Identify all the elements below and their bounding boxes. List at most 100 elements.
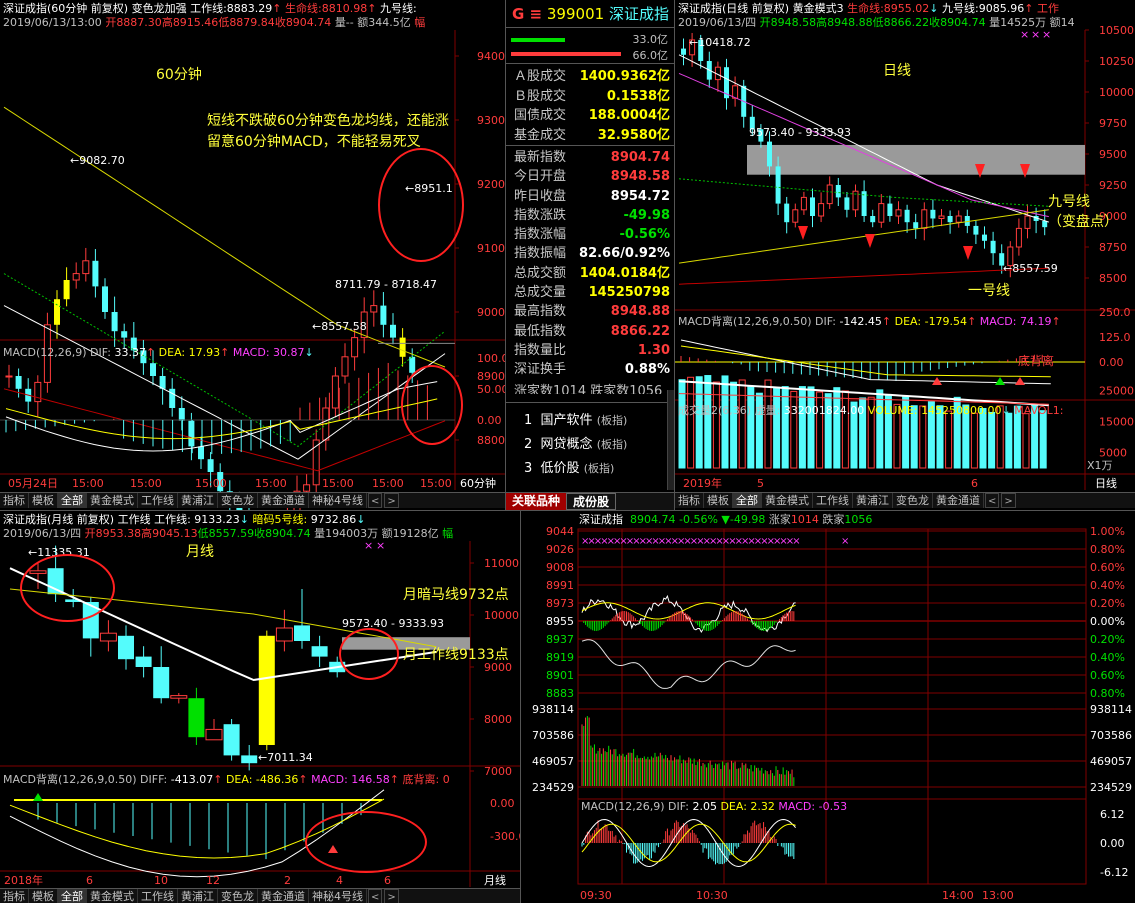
signal-mark: × [364,539,373,552]
volume-bar [979,407,987,469]
candle-body [810,197,815,216]
quote-header[interactable]: G ≡ 399001 深证成指 [506,0,674,28]
candle-body [102,286,108,312]
tab-4[interactable]: 工作线 [138,889,178,903]
tab-7[interactable]: 黄金通道 [258,493,309,508]
scroll-arrow-button[interactable]: > [384,493,399,508]
tab-2[interactable]: 全部 [58,889,87,903]
quote-code: 399001 [546,4,605,23]
tab-5[interactable]: 黄浦江 [853,493,893,508]
tab-6[interactable]: 变色龙 [893,493,933,508]
candle-body [930,209,936,219]
tab-0[interactable]: 指标 [0,889,29,903]
candle-body [784,203,790,223]
macd-tick-label: -6.12 [1100,866,1128,879]
index-stat-row: 最新指数 8904.74 [514,150,670,165]
candle-body [5,375,13,378]
related-list[interactable]: 1 国产软件 (板指) 2 网贷概念 (板指) 3 低价股 (板指) [506,402,674,481]
tab-1[interactable]: 模板 [29,493,58,508]
scroll-arrow-button[interactable]: < [985,493,1000,508]
x-axis-label: 15:00 [372,477,404,490]
tab-2[interactable]: 全部 [733,493,762,508]
tab-0[interactable]: 指标 [0,493,29,508]
period-label: 60分钟 [460,477,496,490]
tab-0[interactable]: 指标 [675,493,704,508]
candle-body [913,222,919,229]
intraday-chart-canvas[interactable]: 9044 1.00% 9026 0.80% 9008 0.60% 8991 0.40% 8973… [521,511,1135,903]
candle-body [111,312,118,332]
macd-tick-label: 0.00 [1099,356,1124,369]
annotation-work-line: 月工作线9133点 [403,647,509,663]
candle-body [1015,227,1022,248]
macd-tick-label: 0.00 [1100,837,1125,850]
candle-body [818,203,825,217]
volume-bar [687,376,695,469]
tab-related[interactable]: 关联品种 [506,493,567,510]
tab-3[interactable]: 黄金模式 [87,889,138,903]
index-stat-row: 指数量比 1.30 [514,342,670,358]
tab-3[interactable]: 黄金模式 [87,493,138,508]
tab-6[interactable]: 变色龙 [218,889,258,903]
hourly-chart-panel[interactable]: 深证成指(60分钟 前复权) 变色龙加强 工作线:8883.29↑ 生命线:88… [0,0,505,510]
scroll-arrow-button[interactable]: > [384,889,399,903]
candle-body [895,209,902,217]
tab-6[interactable]: 变色龙 [218,493,258,508]
candle-body [294,625,310,641]
volume-tick-label: 469057 [532,755,574,768]
scroll-arrow-button[interactable]: > [1001,493,1016,508]
pct-tick-label: 0.40% [1090,651,1125,664]
annotation-daily: 日线 [883,63,911,79]
pct-tick-label: 0.60% [1090,669,1125,682]
range-label: 8711.79 - 8718.47 [335,278,437,291]
related-item[interactable]: 2 网贷概念 (板指) [506,433,674,457]
candle-body [170,695,188,699]
candle-body [153,667,170,699]
candle-body [390,324,396,338]
x-axis-label: 10 [154,874,168,887]
monthly-chart-panel[interactable]: 深证成指(月线 前复权) 工作线 工作线: 9133.23↓ 暗码5号线: 97… [0,510,520,903]
divergence-arrow [995,377,1005,385]
y-tick-label: 9750 [1099,117,1127,130]
tab-8[interactable]: 神秘4号线 [309,493,367,508]
annotation-arrow [798,226,808,240]
daily-chart-panel[interactable]: 深证成指(日线 前复权) 黄金模式3 生命线:8955.02↓ 九号线:9085… [675,0,1135,510]
tab-4[interactable]: 工作线 [813,493,853,508]
related-item[interactable]: 1 国产软件 (板指) [506,409,674,433]
tab-5[interactable]: 黄浦江 [178,889,218,903]
scroll-arrow-button[interactable]: < [368,493,383,508]
candle-body [955,215,962,223]
related-item[interactable]: 3 低价股 (板指) [506,457,674,481]
signal-mark: × [841,536,849,547]
scrollbar[interactable] [667,390,674,490]
candle-body [870,216,876,223]
tab-components[interactable]: 成份股 [566,493,617,510]
x-axis-label: 2 [284,874,291,887]
divergence-arrow [1015,377,1025,385]
frame [577,528,1087,885]
tab-5[interactable]: 黄浦江 [178,493,218,508]
tab-2[interactable]: 全部 [58,493,87,508]
turnover-row: Ｂ股成交 0.1538亿 [514,88,670,104]
x-axis-label: 15:00 [322,477,354,490]
scroll-arrow-button[interactable]: < [368,889,383,903]
tab-1[interactable]: 模板 [704,493,733,508]
x-axis-label: 15:00 [195,477,227,490]
intraday-chart-panel[interactable]: 深证成指 8904.74 -0.56% ▼-49.98 涨家1014 跌家105… [520,510,1135,903]
volume-bar [781,386,789,469]
tab-4[interactable]: 工作线 [138,493,178,508]
volume-unit: X1万 [1087,459,1113,472]
tab-7[interactable]: 黄金通道 [258,889,309,903]
tab-7[interactable]: 黄金通道 [933,493,984,508]
y-tick-label: 9200 [477,178,505,191]
x-axis-label: 4 [336,874,343,887]
annotation-dark-horse: 月暗马线9732点 [403,587,509,603]
index-stat-row: 昨日收盘 8954.72 [514,188,670,204]
candle-body [1042,220,1048,228]
candle-body [775,166,781,204]
tab-1[interactable]: 模板 [29,889,58,903]
tab-3[interactable]: 黄金模式 [762,493,813,508]
tab-8[interactable]: 神秘4号线 [309,889,367,903]
volume-bar [704,375,712,469]
candle-body [681,48,686,55]
volume-tick-label: 234529 [532,781,574,794]
